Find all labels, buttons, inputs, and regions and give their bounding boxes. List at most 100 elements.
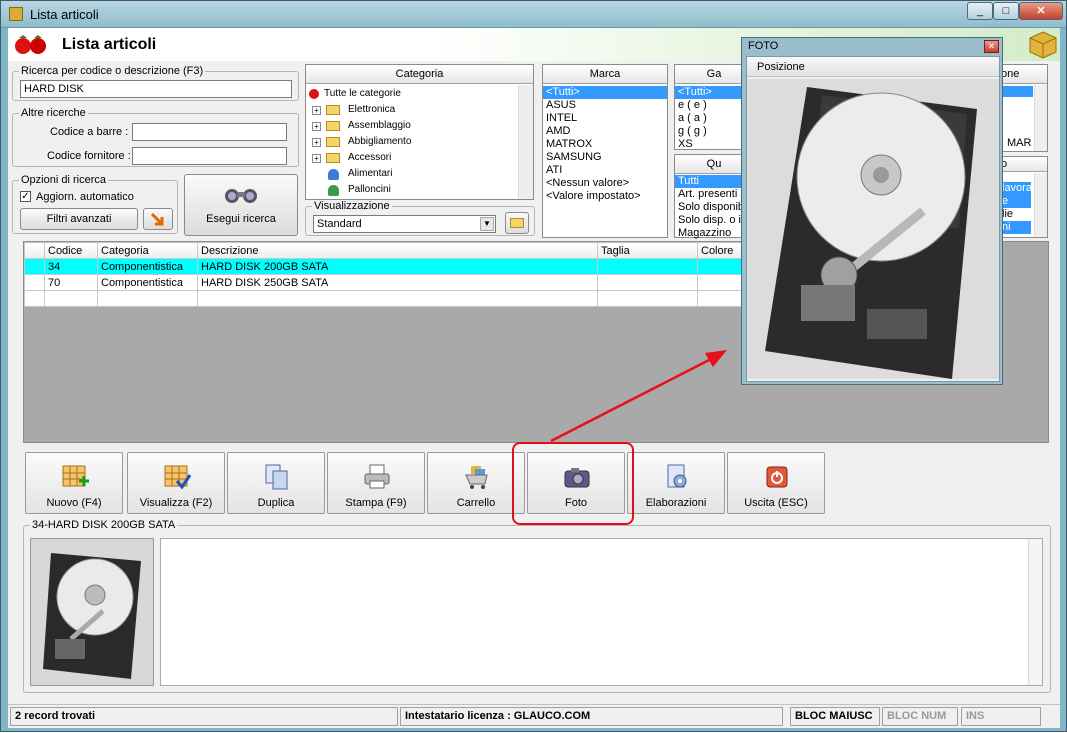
right-list-header: one — [999, 65, 1047, 84]
right-list-2-scrollbar[interactable] — [1034, 173, 1047, 237]
table-cell[interactable] — [597, 274, 698, 291]
cart-icon — [465, 466, 488, 489]
expand-icon[interactable]: + — [312, 106, 321, 115]
cart-button[interactable]: Carrello — [427, 452, 525, 514]
filter-arrow-button[interactable] — [143, 208, 173, 230]
table-cell[interactable] — [597, 258, 698, 275]
right-list-2-item[interactable]: e — [999, 195, 1031, 208]
right-list-2-item[interactable]: lie — [999, 208, 1031, 221]
supplier-code-input[interactable] — [132, 147, 287, 165]
right-list-2[interactable]: o lavora e lie ni — [998, 156, 1048, 238]
brand-list[interactable]: Marca <Tutti> ASUS INTEL AMD MATROX SAMS… — [542, 64, 668, 238]
execute-search-label: Esegui ricerca — [206, 213, 276, 225]
table-cell[interactable]: Componentistica — [97, 258, 198, 275]
table-row[interactable]: 34 Componentistica HARD DISK 200GB SATA — [24, 258, 748, 275]
close-button[interactable]: ✕ — [1019, 2, 1063, 20]
brand-item[interactable]: ASUS — [543, 99, 667, 112]
col-header-description[interactable]: Descrizione — [197, 242, 598, 259]
category-item[interactable]: + Abbigliamento — [306, 134, 533, 150]
brand-item[interactable]: ATI — [543, 164, 667, 177]
brand-item[interactable]: <Nessun valore> — [543, 177, 667, 190]
advanced-filters-button[interactable]: Filtri avanzati — [20, 208, 138, 230]
table-row-empty[interactable] — [24, 290, 748, 307]
execute-search-button[interactable]: Esegui ricerca — [184, 174, 298, 236]
category-item[interactable]: + Elettronica — [306, 102, 533, 118]
product-thumbnail[interactable] — [30, 538, 154, 686]
view-grid-icon — [164, 465, 191, 490]
brand-item[interactable]: SAMSUNG — [543, 151, 667, 164]
table-row[interactable]: 70 Componentistica HARD DISK 250GB SATA — [24, 274, 748, 291]
col-header[interactable] — [24, 242, 45, 259]
barcode-input[interactable] — [132, 123, 287, 141]
category-item[interactable]: + Accessori — [306, 150, 533, 166]
category-label: Accessori — [348, 152, 392, 163]
table-cell[interactable]: 70 — [44, 274, 98, 291]
table-cell[interactable]: HARD DISK 250GB SATA — [197, 274, 598, 291]
view-select[interactable]: Standard ▼ — [313, 215, 496, 233]
right-list-2-item[interactable]: ni — [999, 221, 1031, 234]
photo-window[interactable]: FOTO ✕ Posizione — [741, 37, 1003, 385]
view-legend: Visualizzazione — [314, 200, 390, 212]
brand-item[interactable]: MATROX — [543, 138, 667, 151]
brand-item[interactable]: INTEL — [543, 112, 667, 125]
search-input[interactable]: HARD DISK — [20, 80, 292, 98]
maximize-button[interactable]: □ — [993, 2, 1019, 20]
category-scrollbar[interactable] — [518, 85, 533, 199]
new-button[interactable]: Nuovo (F4) — [25, 452, 123, 514]
auto-update-checkbox[interactable]: ✓ — [20, 191, 31, 202]
expand-icon[interactable]: + — [312, 138, 321, 147]
category-item[interactable]: + Assemblaggio — [306, 118, 533, 134]
dropdown-arrow-icon[interactable]: ▼ — [480, 217, 494, 231]
license-holder: Intestatario licenza : GLAUCO.COM — [400, 707, 783, 726]
col-header-code[interactable]: Codice — [44, 242, 98, 259]
brand-item[interactable]: AMD — [543, 125, 667, 138]
table-cell[interactable] — [24, 258, 45, 275]
folder-icon — [326, 121, 340, 131]
print-button[interactable]: Stampa (F9) — [327, 452, 425, 514]
title-bar[interactable]: Lista articoli _ □ ✕ — [1, 1, 1066, 28]
category-all-label: Tutte le categorie — [324, 88, 401, 99]
brand-item[interactable]: <Valore impostato> — [543, 190, 667, 203]
printer-icon — [364, 464, 390, 489]
col-header-size[interactable]: Taglia — [597, 242, 698, 259]
right-list-2-header: o — [999, 157, 1047, 172]
photo-close-button[interactable]: ✕ — [984, 40, 999, 53]
duplicate-button[interactable]: Duplica — [227, 452, 325, 514]
right-list-selection[interactable] — [999, 86, 1033, 97]
page-title: Lista articoli — [62, 36, 157, 53]
right-list-scrollbar[interactable] — [1034, 85, 1047, 151]
position-menu[interactable]: Posizione — [747, 57, 999, 77]
right-list[interactable]: one MAR — [998, 64, 1048, 152]
category-all[interactable]: Tutte le categorie — [306, 86, 533, 102]
table-cell[interactable] — [697, 258, 748, 275]
hard-disk-image — [31, 539, 153, 685]
notes-textarea[interactable] — [160, 538, 1043, 686]
category-item[interactable]: Palloncini — [306, 182, 533, 198]
col-header-category[interactable]: Categoria — [97, 242, 198, 259]
table-cell[interactable]: HARD DISK 200GB SATA — [197, 258, 598, 275]
exit-label: Uscita (ESC) — [744, 497, 808, 509]
cart-label: Carrello — [456, 497, 496, 509]
table-cell[interactable] — [24, 274, 45, 291]
notes-scrollbar[interactable] — [1028, 539, 1042, 685]
open-folder-button[interactable] — [505, 212, 529, 234]
table-cell[interactable]: Componentistica — [97, 274, 198, 291]
col-header-color[interactable]: Colore — [697, 242, 748, 259]
processing-button[interactable]: Elaborazioni — [627, 452, 725, 514]
table-cell[interactable] — [697, 274, 748, 291]
brand-item[interactable]: <Tutti> — [543, 86, 667, 99]
table-cell[interactable]: 34 — [44, 258, 98, 275]
expand-icon[interactable]: + — [312, 122, 321, 131]
category-label: Assemblaggio — [348, 120, 411, 131]
minimize-button[interactable]: _ — [967, 2, 993, 20]
expand-icon[interactable]: + — [312, 154, 321, 163]
view-button[interactable]: Visualizza (F2) — [127, 452, 225, 514]
category-item[interactable]: Alimentari — [306, 166, 533, 182]
right-list-2-item[interactable]: lavora — [999, 182, 1031, 195]
category-label: Alimentari — [348, 168, 393, 179]
category-tree[interactable]: Categoria Tutte le categorie + Elettronic… — [305, 64, 534, 200]
hard-disk-photo — [747, 79, 999, 379]
view-label: Visualizza (F2) — [139, 497, 213, 509]
exit-button[interactable]: Uscita (ESC) — [727, 452, 825, 514]
power-exit-icon — [766, 466, 788, 488]
